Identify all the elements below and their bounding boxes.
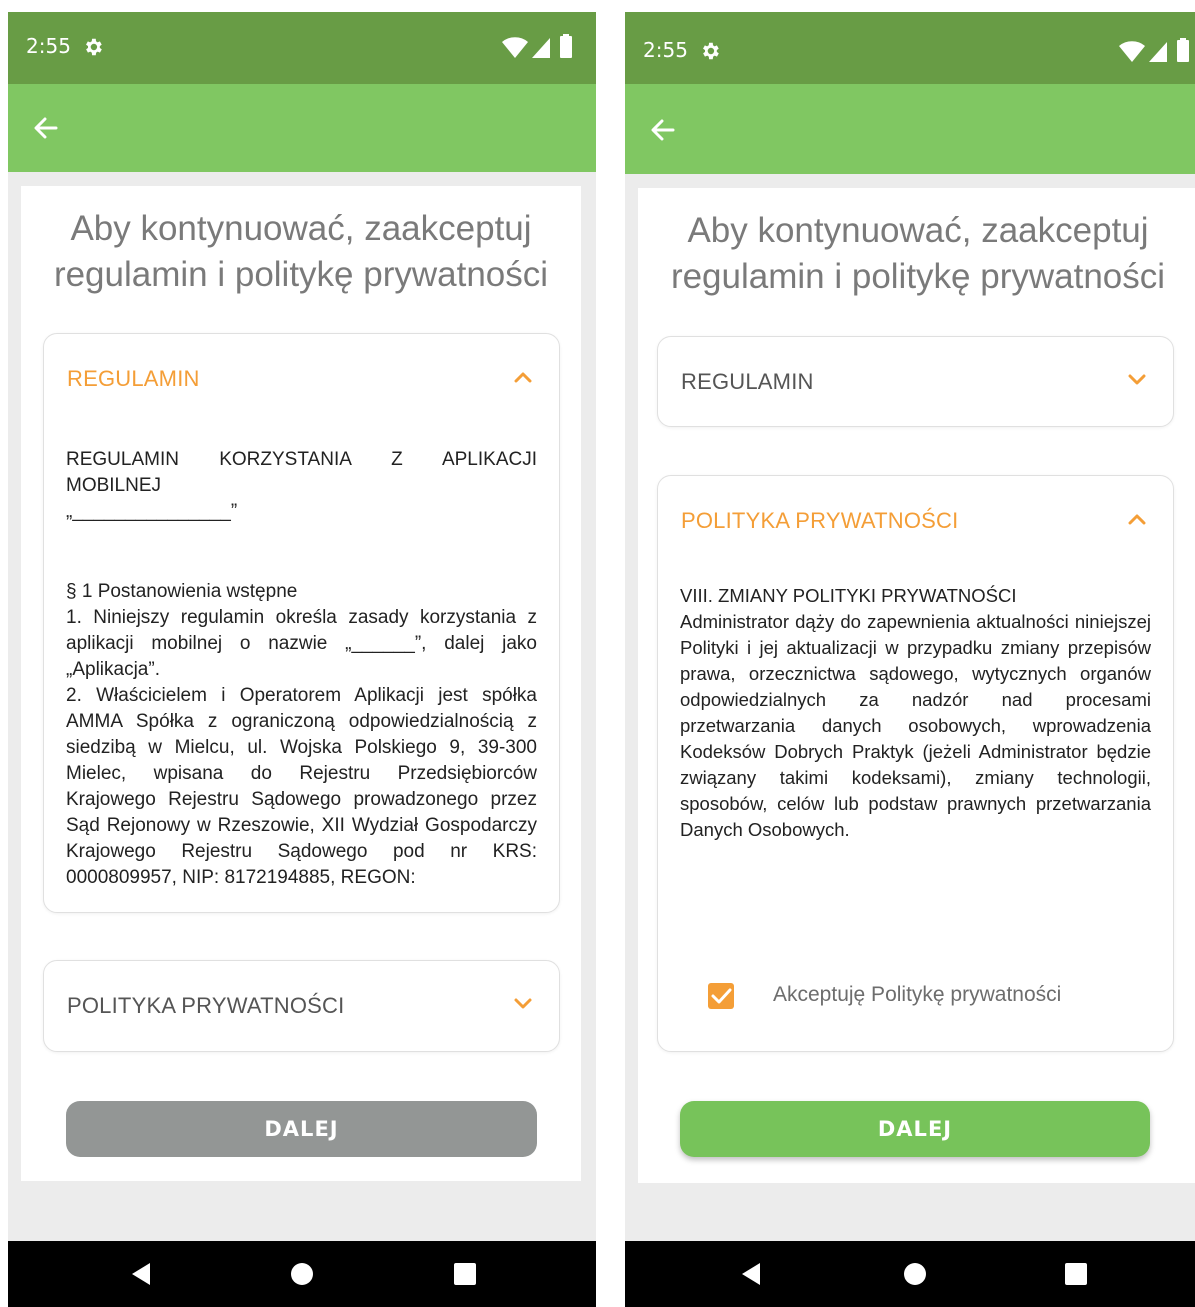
regulamin-accordion: REGULAMIN bbox=[657, 336, 1174, 427]
next-button[interactable]: DALEJ bbox=[66, 1101, 537, 1157]
back-arrow-icon[interactable] bbox=[643, 110, 683, 150]
nav-back-icon[interactable] bbox=[128, 1261, 154, 1287]
page-title-line1: Aby kontynuować, zaakceptuj bbox=[70, 209, 532, 248]
regulamin-accordion-header[interactable]: REGULAMIN bbox=[658, 337, 1173, 426]
polityka-accordion: POLITYKA PRYWATNOŚCI bbox=[43, 960, 560, 1052]
polityka-accordion: POLITYKA PRYWATNOŚCI VIII. ZMIANY POLITY… bbox=[657, 475, 1174, 1052]
polityka-content: VIII. ZMIANY POLITYKI PRYWATNOŚCI Admini… bbox=[680, 583, 1151, 843]
nav-bar bbox=[625, 1241, 1195, 1307]
screen-left: 2:55 Aby kontynuować, zaakceptuj regulam… bbox=[8, 12, 596, 1307]
gear-icon bbox=[86, 38, 102, 56]
status-bar: 2:55 bbox=[625, 12, 1195, 84]
terms-card: Aby kontynuować, zaakceptuj regulamin i … bbox=[21, 186, 581, 1181]
gear-icon bbox=[703, 42, 719, 60]
regulamin-heading-line3: „_______________” bbox=[66, 501, 238, 522]
chevron-down-icon[interactable] bbox=[1127, 373, 1147, 387]
page-title: Aby kontynuować, zaakceptuj regulamin i … bbox=[21, 206, 581, 298]
regulamin-label: REGULAMIN bbox=[67, 366, 200, 391]
next-button[interactable]: DALEJ bbox=[680, 1101, 1150, 1157]
polityka-heading: VIII. ZMIANY POLITYKI PRYWATNOŚCI bbox=[680, 585, 1017, 606]
status-icons bbox=[1119, 38, 1195, 64]
check-icon bbox=[711, 988, 732, 1004]
chevron-up-icon[interactable] bbox=[513, 370, 533, 384]
screen-right: 2:55 Aby kontynuować, zaakceptuj regulam… bbox=[625, 12, 1195, 1307]
polityka-label: POLITYKA PRYWATNOŚCI bbox=[67, 993, 345, 1018]
nav-back-icon[interactable] bbox=[738, 1261, 764, 1287]
accept-privacy-checkbox[interactable] bbox=[708, 983, 734, 1009]
nav-bar bbox=[8, 1241, 596, 1307]
nav-recents-icon[interactable] bbox=[452, 1261, 478, 1287]
status-time: 2:55 bbox=[643, 38, 688, 62]
page-title-line2: regulamin i politykę prywatności bbox=[670, 257, 1166, 296]
nav-home-icon[interactable] bbox=[902, 1261, 928, 1287]
regulamin-para1: 1. Niniejszy regulamin określa zasady ko… bbox=[66, 607, 537, 680]
back-arrow-icon[interactable] bbox=[26, 108, 66, 148]
accept-privacy-label[interactable]: Akceptuję Politykę prywatności bbox=[773, 983, 1061, 1007]
regulamin-accordion-header[interactable]: REGULAMIN bbox=[44, 334, 559, 424]
polityka-accordion-header[interactable]: POLITYKA PRYWATNOŚCI bbox=[658, 476, 1173, 566]
page-title-line1: Aby kontynuować, zaakceptuj bbox=[687, 211, 1149, 250]
page-title: Aby kontynuować, zaakceptuj regulamin i … bbox=[638, 208, 1195, 300]
page-title-line2: regulamin i politykę prywatności bbox=[53, 255, 549, 294]
wifi-icon bbox=[1119, 41, 1145, 62]
chevron-down-icon[interactable] bbox=[513, 997, 533, 1011]
polityka-body: Administrator dąży do zapewnienia aktual… bbox=[680, 611, 1151, 840]
signal-icon bbox=[1149, 42, 1167, 62]
wifi-icon bbox=[502, 37, 528, 58]
regulamin-label: REGULAMIN bbox=[681, 369, 814, 394]
nav-home-icon[interactable] bbox=[289, 1261, 315, 1287]
regulamin-heading-line2: MOBILNEJ bbox=[66, 475, 162, 496]
polityka-label: POLITYKA PRYWATNOŚCI bbox=[681, 508, 959, 533]
polityka-accordion-header[interactable]: POLITYKA PRYWATNOŚCI bbox=[44, 961, 559, 1051]
app-bar bbox=[625, 84, 1195, 174]
terms-card: Aby kontynuować, zaakceptuj regulamin i … bbox=[638, 188, 1195, 1183]
status-icons bbox=[502, 34, 582, 60]
nav-recents-icon[interactable] bbox=[1063, 1261, 1089, 1287]
regulamin-accordion: REGULAMIN REGULAMIN KORZYSTANIA Z APLIKA… bbox=[43, 333, 560, 913]
app-bar bbox=[8, 84, 596, 172]
battery-icon bbox=[560, 34, 572, 58]
regulamin-heading-line1: REGULAMIN KORZYSTANIA Z APLIKACJI bbox=[66, 449, 537, 470]
regulamin-content: REGULAMIN KORZYSTANIA Z APLIKACJI MOBILN… bbox=[66, 447, 537, 891]
status-time: 2:55 bbox=[26, 34, 71, 58]
regulamin-para2: 2. Właścicielem i Operatorem Aplikacji j… bbox=[66, 685, 537, 888]
battery-icon bbox=[1177, 38, 1189, 62]
signal-icon bbox=[532, 38, 550, 58]
chevron-up-icon[interactable] bbox=[1127, 512, 1147, 526]
regulamin-section-title: § 1 Postanowienia wstępne bbox=[66, 581, 298, 602]
status-bar: 2:55 bbox=[8, 12, 596, 84]
